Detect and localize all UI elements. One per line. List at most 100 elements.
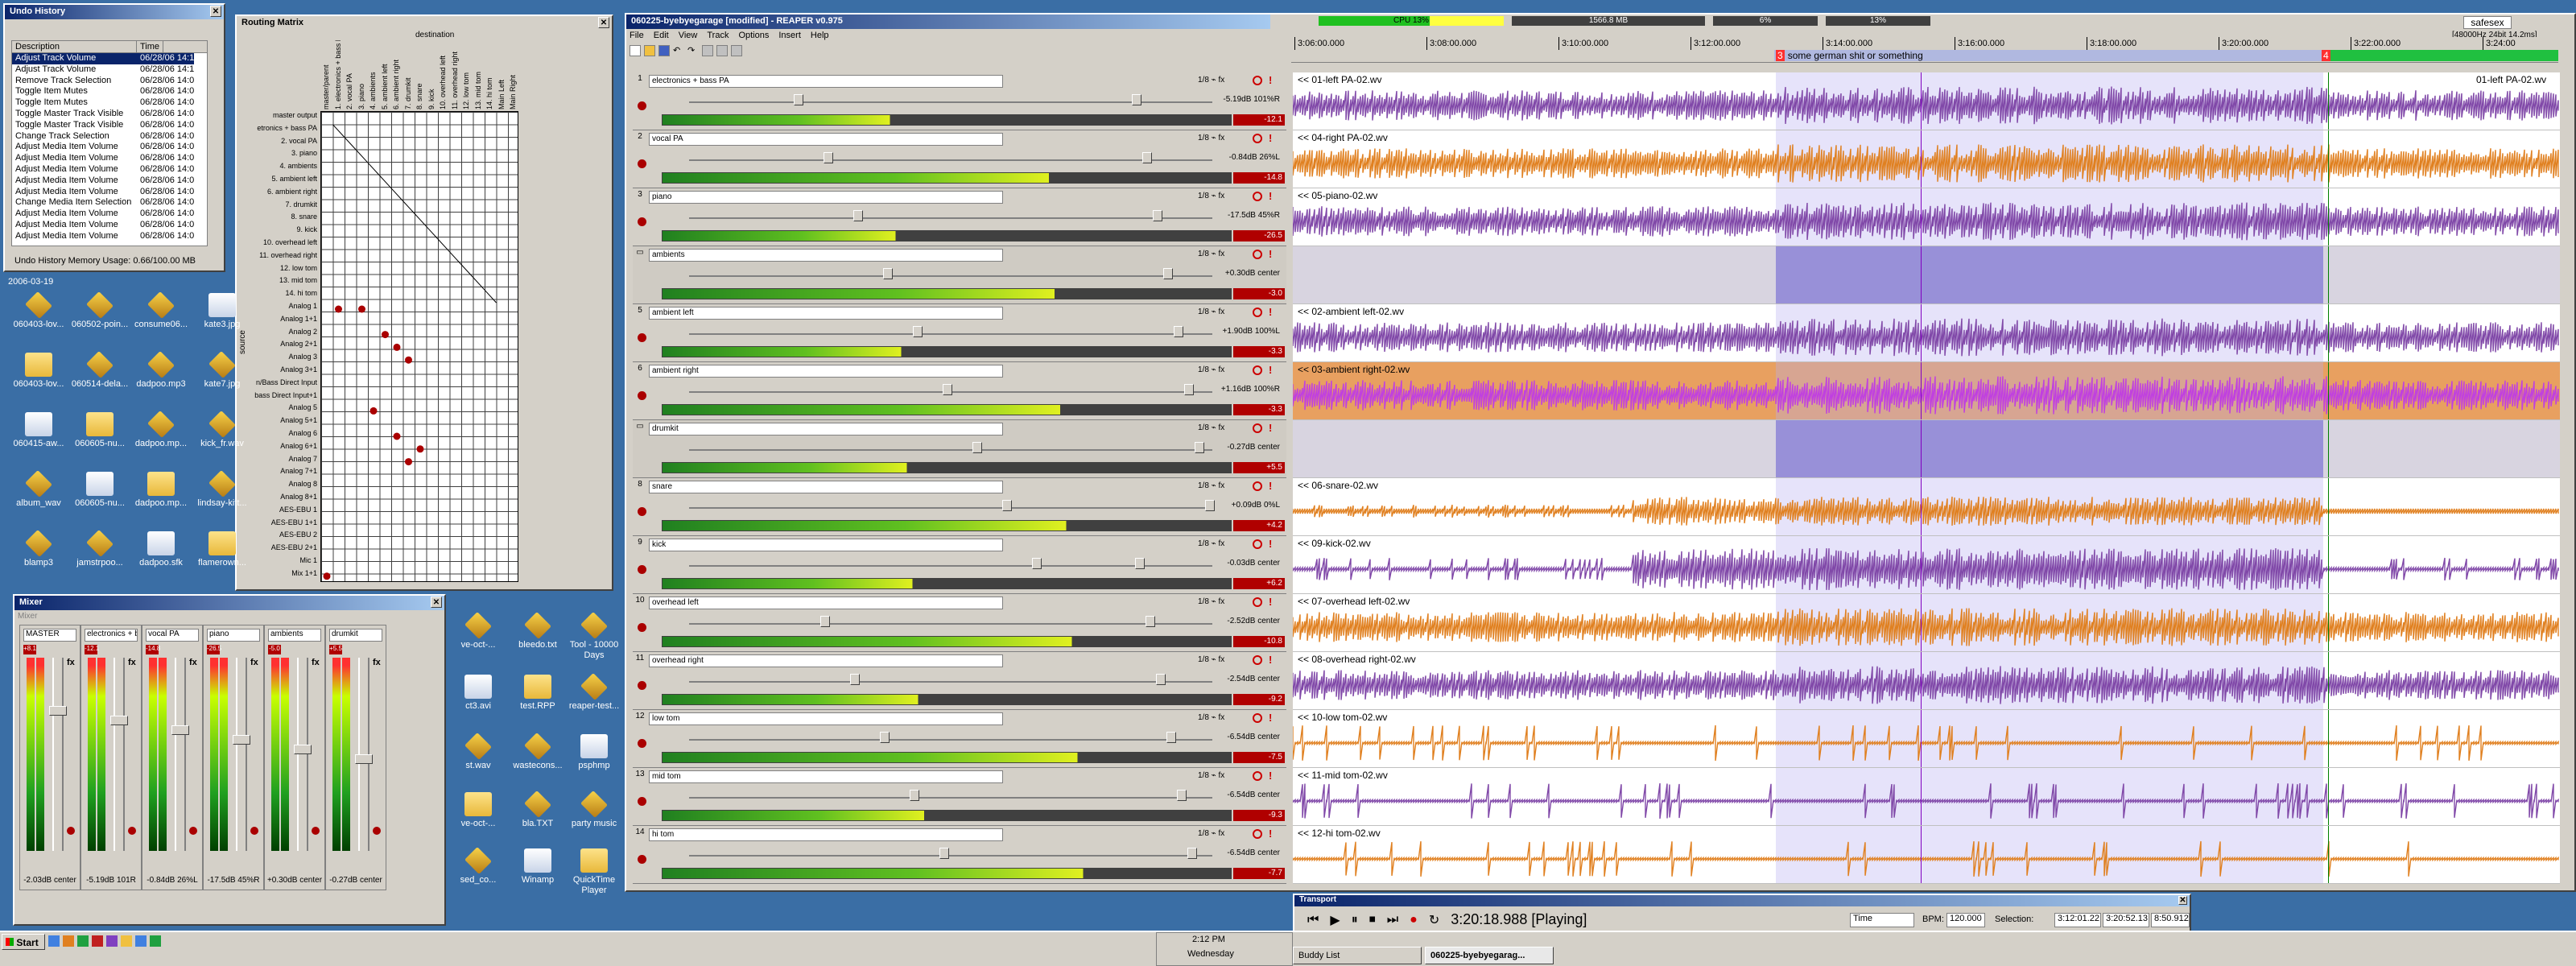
routing-connection[interactable] (460, 264, 473, 278)
mute-icon[interactable] (1253, 597, 1262, 607)
desktop-icon[interactable]: 060502-poin... (69, 291, 130, 330)
close-icon[interactable]: ✕ (598, 17, 609, 28)
undo-row[interactable]: Adjust Media Item Volume 06/28/06 14:0 (12, 220, 207, 231)
undo-row[interactable]: Change Track Selection 06/28/06 14:0 (12, 131, 207, 142)
track-lane[interactable]: << 06-snare-02.wv (1293, 478, 2560, 536)
record-arm-icon[interactable] (67, 827, 75, 835)
mute-icon[interactable] (1253, 134, 1262, 143)
pan-knob[interactable] (1166, 732, 1176, 743)
selection-end[interactable]: 3:20:52.13 (2103, 913, 2149, 927)
undo-row[interactable]: Toggle Item Mutes 06/28/06 14:0 (12, 97, 207, 109)
track-lane[interactable]: << 03-ambient right-02.wv (1293, 362, 2560, 420)
undo-row[interactable]: Remove Track Selection 06/28/06 14:0 (12, 76, 207, 87)
desktop-icon[interactable]: bla.TXT (507, 791, 568, 829)
io-icon[interactable]: 1/8 ⌁ fx (1198, 713, 1224, 722)
desktop-icon[interactable]: wastecons... (507, 733, 568, 771)
pan-knob[interactable] (1177, 790, 1187, 801)
strip-fader-track[interactable] (297, 658, 308, 851)
desktop-icon[interactable]: blamp3 (8, 530, 69, 568)
undo-row[interactable]: Adjust Media Item Volume 06/28/06 14:0 (12, 187, 207, 198)
volume-slider[interactable] (689, 623, 1212, 625)
desktop-icon[interactable]: 060415-aw... (8, 412, 69, 449)
menu-options[interactable]: Options (738, 31, 769, 40)
track-lane[interactable] (1293, 420, 2560, 478)
volume-slider[interactable] (689, 797, 1212, 799)
desktop-icon[interactable]: album_wav (8, 470, 69, 509)
solo-icon[interactable]: ! (1269, 712, 1272, 724)
pan-knob[interactable] (1132, 94, 1141, 105)
volume-slider[interactable] (689, 333, 1212, 335)
solo-icon[interactable]: ! (1269, 422, 1272, 434)
desktop-icon[interactable]: ve-oct-... (448, 612, 509, 650)
record-arm-icon[interactable] (638, 391, 646, 400)
undo-row[interactable]: Adjust Media Item Volume 06/28/06 14:0 (12, 142, 207, 153)
column-time[interactable]: Time (137, 41, 164, 52)
mixer-tab[interactable]: Mixer (18, 612, 37, 621)
volume-knob[interactable] (853, 210, 863, 221)
io-icon[interactable]: 1/8 ⌁ fx (1198, 539, 1224, 548)
mute-icon[interactable] (1253, 655, 1262, 665)
routing-hw-send[interactable] (358, 305, 365, 313)
desktop-icon[interactable]: ct3.avi (448, 675, 509, 712)
routing-connection[interactable] (484, 289, 497, 303)
solo-icon[interactable]: ! (1269, 770, 1272, 782)
desktop-icon[interactable]: kick_fr.wav (192, 411, 253, 449)
routing-connection[interactable] (426, 225, 439, 240)
record-arm-icon[interactable] (638, 681, 646, 690)
routing-hw-send[interactable] (369, 407, 378, 415)
record-arm-icon[interactable] (638, 739, 646, 748)
timeline-ruler[interactable]: 3:06:00.000 3:08:00.000 3:10:00.000 3:12:00… (1291, 37, 2558, 63)
strip-fader-track[interactable] (114, 658, 125, 851)
record-arm-icon[interactable] (638, 101, 646, 110)
strip-fader-knob[interactable] (171, 725, 189, 735)
selection-length[interactable]: 8:50.912 (2151, 913, 2190, 927)
routing-hw-send[interactable] (393, 343, 401, 351)
ripple-icon[interactable] (731, 45, 742, 56)
desktop-icon[interactable]: st.wav (448, 733, 509, 771)
routing-connection[interactable] (356, 150, 369, 163)
io-icon[interactable]: 1/8 ⌁ fx (1198, 771, 1224, 780)
desktop-icon[interactable]: reaper-test... (564, 673, 625, 712)
track-name-input[interactable]: ambients (649, 249, 1003, 262)
volume-knob[interactable] (883, 268, 893, 279)
quicklaunch-icon[interactable] (106, 935, 118, 947)
strip-name[interactable]: piano (207, 629, 260, 642)
solo-icon[interactable]: ! (1269, 248, 1272, 260)
solo-icon[interactable]: ! (1269, 654, 1272, 666)
desktop-icon[interactable]: ve-oct-... (448, 792, 509, 829)
pan-knob[interactable] (1174, 326, 1183, 337)
pan-knob[interactable] (1146, 616, 1155, 627)
track-name-input[interactable]: ambient right (649, 365, 1003, 378)
routing-connection[interactable] (402, 200, 415, 214)
strip-fader-track[interactable] (52, 658, 64, 851)
routing-hw-send[interactable] (405, 458, 412, 466)
solo-icon[interactable]: ! (1269, 306, 1272, 318)
routing-connection[interactable] (379, 175, 392, 189)
volume-slider[interactable] (689, 681, 1212, 683)
strip-name[interactable]: vocal PA (146, 629, 199, 642)
desktop-icon[interactable]: 060403-lov... (8, 353, 69, 390)
volume-slider[interactable] (689, 855, 1212, 857)
solo-icon[interactable]: ! (1269, 538, 1272, 550)
track-lane[interactable]: << 11-mid tom-02.wv (1293, 768, 2560, 826)
record-arm-icon[interactable] (638, 333, 646, 342)
volume-knob[interactable] (820, 616, 830, 627)
record-arm-icon[interactable] (638, 855, 646, 864)
volume-knob[interactable] (850, 674, 860, 685)
desktop-icon[interactable]: jamstrpoo... (69, 530, 130, 568)
mute-icon[interactable] (1253, 76, 1262, 85)
track-name-input[interactable]: snare (649, 481, 1003, 493)
forward-icon[interactable]: ⏭ (1387, 913, 1398, 927)
volume-knob[interactable] (943, 384, 952, 395)
record-arm-icon[interactable] (638, 159, 646, 168)
rewind-icon[interactable]: ⏮ (1307, 913, 1319, 927)
volume-slider[interactable] (689, 507, 1212, 509)
start-button[interactable]: Start (2, 934, 45, 950)
undo-row[interactable]: Adjust Media Item Volume 06/28/06 14:0 (12, 231, 207, 242)
record-arm-icon[interactable] (638, 507, 646, 516)
record-arm-icon[interactable] (638, 565, 646, 574)
pan-knob[interactable] (1195, 442, 1204, 453)
undo-history-list[interactable]: Description Time Adjust Track Volume 06/28… (11, 40, 208, 246)
strip-name[interactable]: electronics + b (85, 629, 138, 642)
mute-icon[interactable] (1253, 713, 1262, 723)
